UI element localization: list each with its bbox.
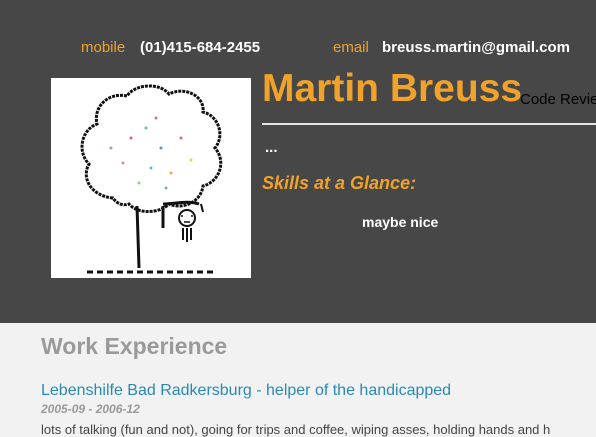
person-name: Martin Breuss <box>262 67 523 110</box>
mobile-label: mobile <box>81 39 126 56</box>
header-divider <box>262 123 596 125</box>
skill-item: maybe nice <box>362 214 439 230</box>
work-experience-heading: Work Experience <box>41 333 228 359</box>
resume-header: mobile (01)415-684-2455 email breuss.mar… <box>0 0 596 323</box>
job-title-link[interactable]: Lebenshilfe Bad Radkersburg - helper of … <box>41 382 451 400</box>
job-title-subtitle: Code Revie <box>520 91 596 108</box>
tree-drawing-icon <box>80 84 223 274</box>
job-description: lots of talking (fun and not), going for… <box>41 422 551 437</box>
email-label: email <box>333 39 369 56</box>
skills-heading: Skills at a Glance: <box>262 173 417 193</box>
mobile-number[interactable]: (01)415-684-2455 <box>140 39 260 56</box>
email-address[interactable]: breuss.martin@gmail.com <box>382 39 570 56</box>
job-dates: 2005-09 - 2006-12 <box>41 402 140 416</box>
profile-photo <box>51 78 251 278</box>
summary-text: ... <box>265 139 278 156</box>
